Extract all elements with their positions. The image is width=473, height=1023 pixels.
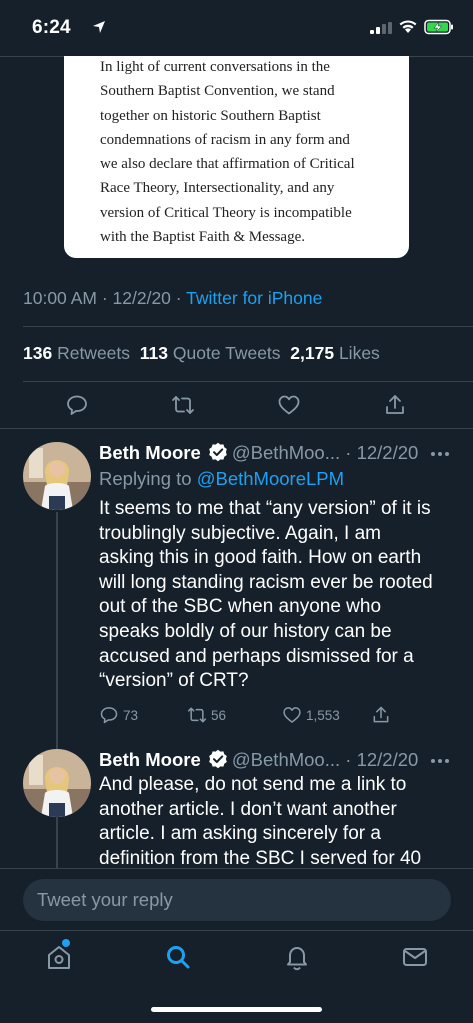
thread-connector-line [56,512,58,876]
avatar[interactable] [23,749,91,817]
home-icon[interactable] [45,943,73,971]
retweet-icon [187,707,207,723]
quote-tweets-label: Quote Tweets [172,343,281,363]
reply-icon [100,707,118,724]
tweet-time: 10:00 AM [23,288,97,308]
replying-to-label: Replying to [99,468,192,489]
tweet-text: It seems to me that “any version” of it … [99,497,459,694]
tweet-text: And please, do not send me a link to ano… [99,773,459,871]
signal-icon [370,22,392,34]
image-text-line: with the Baptist Faith & Message. [100,229,305,246]
author-handle[interactable]: @BethMoo... [232,749,340,770]
retweets-label: Retweets [57,343,131,363]
tweet-timestamp-line: 10:00 AM · 12/2/20 · Twitter for iPhone [23,288,322,309]
share-action[interactable] [371,705,391,725]
verified-badge-icon [209,442,227,462]
divider [23,326,473,327]
tweet-client-link[interactable]: Twitter for iPhone [186,288,322,308]
reply-input[interactable]: Tweet your reply [23,879,451,921]
status-time: 6:24 [32,17,71,38]
tweet-image-text: In light of current conversations in the… [100,55,373,249]
reply-action[interactable]: 73 [99,705,138,725]
retweets-count: 136 [23,343,53,363]
reply-composer-bar: Tweet your reply [0,868,473,930]
battery-charging-icon [424,19,453,35]
tweet-text-line: asking this in good faith. How on earth [99,547,422,569]
reply-header: Beth Moore @BethMoo... · 12/2/20 [99,442,418,464]
image-text-line: version of Critical Theory is incompatib… [100,204,352,221]
like-icon [283,707,301,723]
likes-count: 2,175 [290,343,335,363]
like-count: 1,553 [306,707,340,723]
author-handle[interactable]: @BethMoo... [232,442,340,463]
meta-separator: · [101,288,108,308]
retweet-count: 56 [211,707,227,723]
like-action[interactable]: 1,553 [282,705,340,725]
avatar[interactable] [23,442,91,510]
tweet-date: 12/2/20 [112,288,171,308]
home-indicator [151,1007,322,1012]
quote-tweets-count: 113 [139,343,168,363]
reply-count: 73 [123,707,139,723]
notifications-icon[interactable] [283,943,311,971]
meta-separator: · [175,288,182,308]
retweet-action[interactable]: 56 [187,705,226,725]
more-icon[interactable] [430,758,450,764]
quote-tweets-stat[interactable]: 113 Quote Tweets [140,343,281,363]
new-content-dot [62,939,70,947]
retweet-icon[interactable] [171,393,195,417]
reply-icon[interactable] [65,393,89,417]
status-bar: 6:24 [0,0,473,56]
tweet-text-line: accused and perhaps dismissed for a [99,645,414,667]
reply-action-bar: 73 56 1,553 [99,705,459,727]
replying-to: Replying to @BethMooreLPM [99,468,344,490]
replying-to-handle[interactable]: @BethMooreLPM [197,468,344,489]
likes-label: Likes [338,343,380,363]
image-text-line: Race Theory, Intersectionality, and any [100,180,335,197]
search-icon[interactable] [164,943,192,971]
reply-header: Beth Moore @BethMoo... · 12/2/20 [99,749,418,771]
tweet-text-line: will long standing racism ever be rooted [99,571,433,593]
tweet-date: · 12/2/20 [345,749,419,770]
tweet-text-line: It seems to me that “any version” of it … [99,498,431,519]
tweet-stats: 136 Retweets 113 Quote Tweets 2,175 Like… [23,343,380,364]
like-icon[interactable] [277,393,301,417]
image-text-line: Southern Baptist Convention, we stand [100,83,335,100]
author-name[interactable]: Beth Moore [99,749,201,770]
tweet-text-line: speaks boldly of our history can be [99,620,392,642]
image-text-line: In light of current conversations in the [100,59,330,75]
more-icon[interactable] [430,451,450,457]
tweet-text-line: “version” of CRT? [99,670,249,692]
tweet-text-line: troublingly subjective. Again, I am [99,522,381,544]
tweet-date: · 12/2/20 [345,442,419,463]
image-text-line: together on historic Southern Baptist [100,107,321,124]
image-text-line: we also declare that affirmation of Crit… [100,156,355,173]
tweet-text-line: out of the SBC when anyone who [99,596,382,618]
location-arrow-icon [93,21,105,33]
likes-stat[interactable]: 2,175 Likes [290,343,380,363]
divider [0,428,473,429]
messages-icon[interactable] [401,943,429,971]
tweet-action-bar [0,382,473,428]
retweets-stat[interactable]: 136 Retweets [23,343,130,363]
tweet-text-line: another article. I don’t want another [99,798,397,820]
tweet-image-card[interactable]: In light of current conversations in the… [64,56,409,258]
image-text-line: condemnations of racism in any form and [100,131,350,148]
verified-badge-icon [209,749,227,769]
wifi-icon [399,20,417,33]
tweet-text-line: article. I am asking sincerely for a [99,823,381,845]
share-icon [373,706,389,723]
tweet-text-line: And please, do not send me a link to [99,774,407,795]
author-name[interactable]: Beth Moore [99,442,201,463]
share-icon[interactable] [383,393,407,417]
